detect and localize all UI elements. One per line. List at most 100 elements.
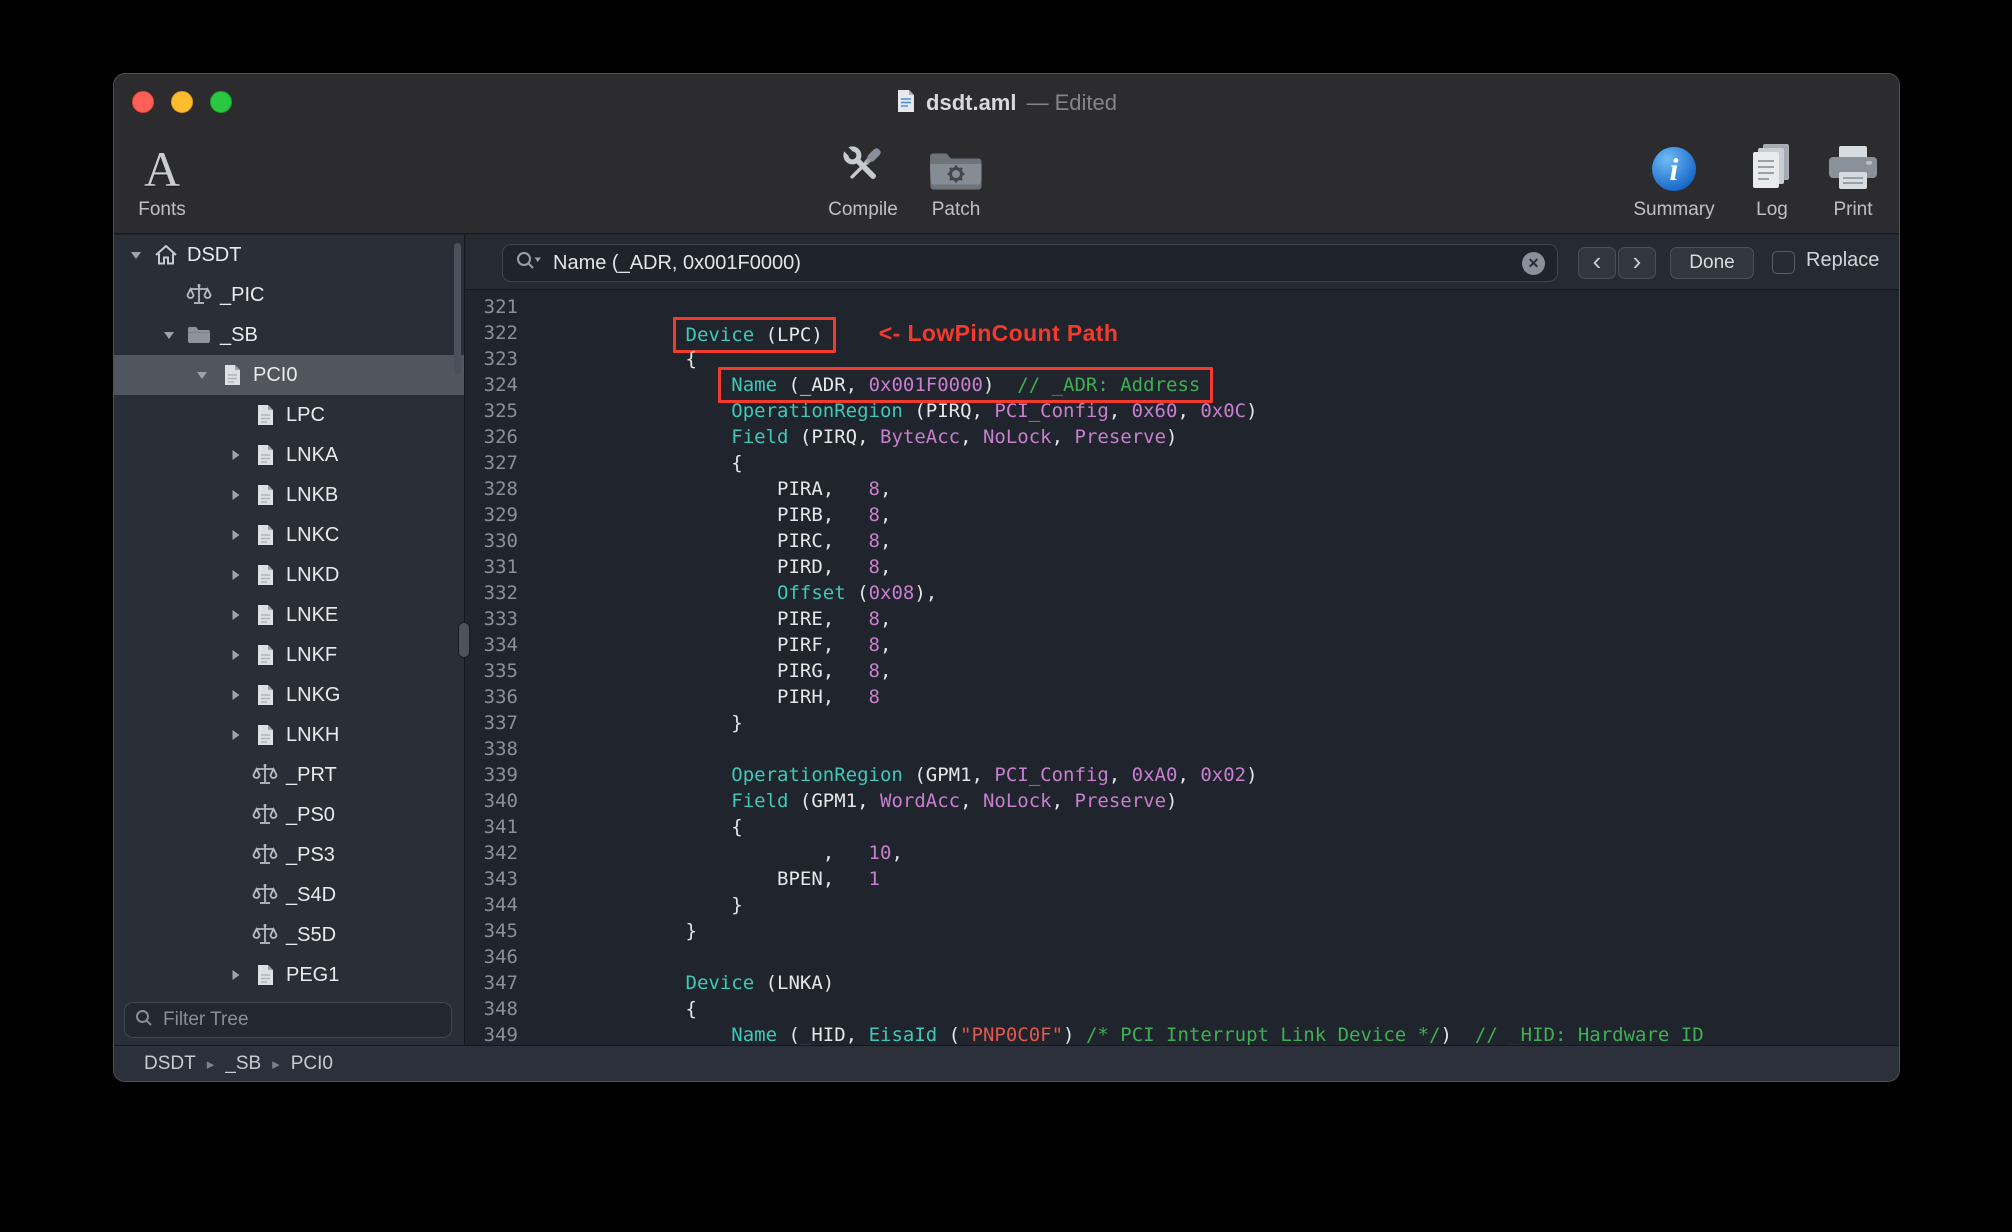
tree-item-label: _PRT bbox=[286, 763, 337, 786]
code-line: 335 PIRG, 8, bbox=[466, 658, 1899, 684]
tree-item-lnkf[interactable]: LNKF bbox=[114, 635, 464, 675]
code-lines: 321 322 Device (LPC) <- LowPinCount Path 32… bbox=[466, 290, 1899, 1045]
print-button[interactable]: Print bbox=[1793, 134, 1899, 221]
tree-item-_s5d[interactable]: _S5D bbox=[114, 915, 464, 955]
breadcrumb-item-_sb[interactable]: _SB bbox=[225, 1053, 261, 1075]
breadcrumb-separator-icon: ▸ bbox=[206, 1055, 215, 1073]
disclosure-triangle-icon[interactable] bbox=[221, 568, 249, 582]
fonts-button[interactable]: A Fonts bbox=[114, 134, 222, 221]
svg-text:i: i bbox=[1670, 151, 1679, 187]
home-icon bbox=[150, 242, 182, 268]
patch-folder-icon bbox=[927, 134, 985, 194]
code-line: 349 Name (_HID, EisaId ("PNP0C0F") /* PC… bbox=[466, 1022, 1899, 1045]
sidebar-scrollbar[interactable] bbox=[454, 243, 461, 375]
toolbar: A Fonts Compile Patch i Summary Log Prin… bbox=[114, 130, 1899, 234]
line-number: 333 bbox=[483, 608, 518, 630]
tree-item-label: _SB bbox=[220, 323, 258, 346]
device-icon bbox=[249, 522, 281, 548]
printer-icon bbox=[1825, 134, 1881, 194]
code-line: 347 Device (LNKA) bbox=[466, 970, 1899, 996]
disclosure-triangle-icon[interactable] bbox=[221, 968, 249, 982]
breadcrumb-item-dsdt[interactable]: DSDT bbox=[144, 1053, 196, 1075]
tree-item-_sb[interactable]: _SB bbox=[114, 315, 464, 355]
tree-item-label: _PS0 bbox=[286, 803, 335, 826]
scales-icon bbox=[249, 882, 281, 908]
next-match-button[interactable]: › bbox=[1618, 247, 1656, 279]
line-number: 340 bbox=[483, 790, 518, 812]
code-line: 346 bbox=[466, 944, 1899, 970]
disclosure-triangle-icon[interactable] bbox=[221, 488, 249, 502]
disclosure-triangle-icon[interactable] bbox=[221, 448, 249, 462]
device-icon bbox=[249, 682, 281, 708]
disclosure-triangle-icon[interactable] bbox=[221, 728, 249, 742]
clear-search-icon[interactable]: ✕ bbox=[1522, 251, 1545, 275]
device-icon bbox=[249, 962, 281, 988]
tree-item-label: LNKF bbox=[286, 643, 338, 666]
breadcrumb-item-pci0[interactable]: PCI0 bbox=[291, 1053, 333, 1075]
device-icon bbox=[249, 722, 281, 748]
disclosure-triangle-icon[interactable] bbox=[221, 688, 249, 702]
filter-tree-input[interactable] bbox=[161, 1008, 441, 1032]
disclosure-triangle-icon[interactable] bbox=[155, 328, 183, 342]
annotation-box: Device (LPC) bbox=[672, 317, 836, 353]
annotation-callout: <- LowPinCount Path bbox=[878, 320, 1119, 346]
tree-item-lnkg[interactable]: LNKG bbox=[114, 675, 464, 715]
line-number: 323 bbox=[483, 348, 518, 370]
code-line: 328 PIRA, 8, bbox=[466, 476, 1899, 502]
disclosure-triangle-icon[interactable] bbox=[188, 368, 216, 382]
device-icon bbox=[216, 362, 248, 388]
tree-item-label: LNKE bbox=[286, 603, 339, 626]
code-line: 337 } bbox=[466, 710, 1899, 736]
tree-item-_prt[interactable]: _PRT bbox=[114, 755, 464, 795]
patch-button[interactable]: Patch bbox=[896, 134, 1016, 221]
code-editor[interactable]: 321 322 Device (LPC) <- LowPinCount Path 32… bbox=[466, 290, 1899, 1045]
tree-item-label: LPC bbox=[286, 403, 325, 426]
disclosure-triangle-icon[interactable] bbox=[221, 648, 249, 662]
line-number: 338 bbox=[483, 738, 518, 760]
done-button[interactable]: Done bbox=[1670, 247, 1754, 279]
line-number: 345 bbox=[483, 920, 518, 942]
line-number: 327 bbox=[483, 452, 518, 474]
line-number: 335 bbox=[483, 660, 518, 682]
breadcrumb-separator-icon: ▸ bbox=[272, 1055, 280, 1073]
tree-item-dsdt[interactable]: DSDT bbox=[114, 235, 464, 275]
tree-item-lnke[interactable]: LNKE bbox=[114, 595, 464, 635]
tree-item-_s4d[interactable]: _S4D bbox=[114, 875, 464, 915]
app-window: dsdt.aml — Edited A Fonts Compile Patch … bbox=[113, 73, 1900, 1082]
document-icon bbox=[896, 89, 916, 118]
tree-item-pci0[interactable]: PCI0 bbox=[114, 355, 464, 395]
line-number: 332 bbox=[483, 582, 518, 604]
sidebar-tree: DSDT _PIC _SB PCI0 LPC LNKA LNKB LNKC LNKD LNKE LN… bbox=[114, 235, 464, 995]
tree-item-peg1[interactable]: PEG1 bbox=[114, 955, 464, 995]
tree-item-lnkc[interactable]: LNKC bbox=[114, 515, 464, 555]
tree-item-lnka[interactable]: LNKA bbox=[114, 435, 464, 475]
tree-item-label: _S4D bbox=[286, 883, 337, 906]
tree-item-_pic[interactable]: _PIC bbox=[114, 275, 464, 315]
disclosure-triangle-icon[interactable] bbox=[122, 248, 150, 262]
line-number: 337 bbox=[483, 712, 518, 734]
tree-item-label: LNKD bbox=[286, 563, 340, 586]
splitter-handle[interactable] bbox=[458, 622, 470, 658]
tree-item-_ps0[interactable]: _PS0 bbox=[114, 795, 464, 835]
tree-item-_ps3[interactable]: _PS3 bbox=[114, 835, 464, 875]
tree-item-lnkb[interactable]: LNKB bbox=[114, 475, 464, 515]
line-number: 334 bbox=[483, 634, 518, 656]
tree-item-label: LNKC bbox=[286, 523, 340, 546]
scales-icon bbox=[249, 842, 281, 868]
disclosure-triangle-icon[interactable] bbox=[221, 528, 249, 542]
device-icon bbox=[249, 482, 281, 508]
line-number: 336 bbox=[483, 686, 518, 708]
code-line: 345 } bbox=[466, 918, 1899, 944]
disclosure-triangle-icon[interactable] bbox=[221, 608, 249, 622]
previous-match-button[interactable]: ‹ bbox=[1578, 247, 1616, 279]
tree-item-lnkd[interactable]: LNKD bbox=[114, 555, 464, 595]
line-number: 326 bbox=[483, 426, 518, 448]
search-menu-icon[interactable] bbox=[515, 250, 542, 276]
search-input[interactable] bbox=[551, 250, 1513, 276]
tree-item-label: LNKB bbox=[286, 483, 339, 506]
tree-item-lnkh[interactable]: LNKH bbox=[114, 715, 464, 755]
line-number: 346 bbox=[483, 946, 518, 968]
tree-item-lpc[interactable]: LPC bbox=[114, 395, 464, 435]
replace-checkbox[interactable] bbox=[1772, 251, 1795, 274]
line-number: 342 bbox=[483, 842, 518, 864]
